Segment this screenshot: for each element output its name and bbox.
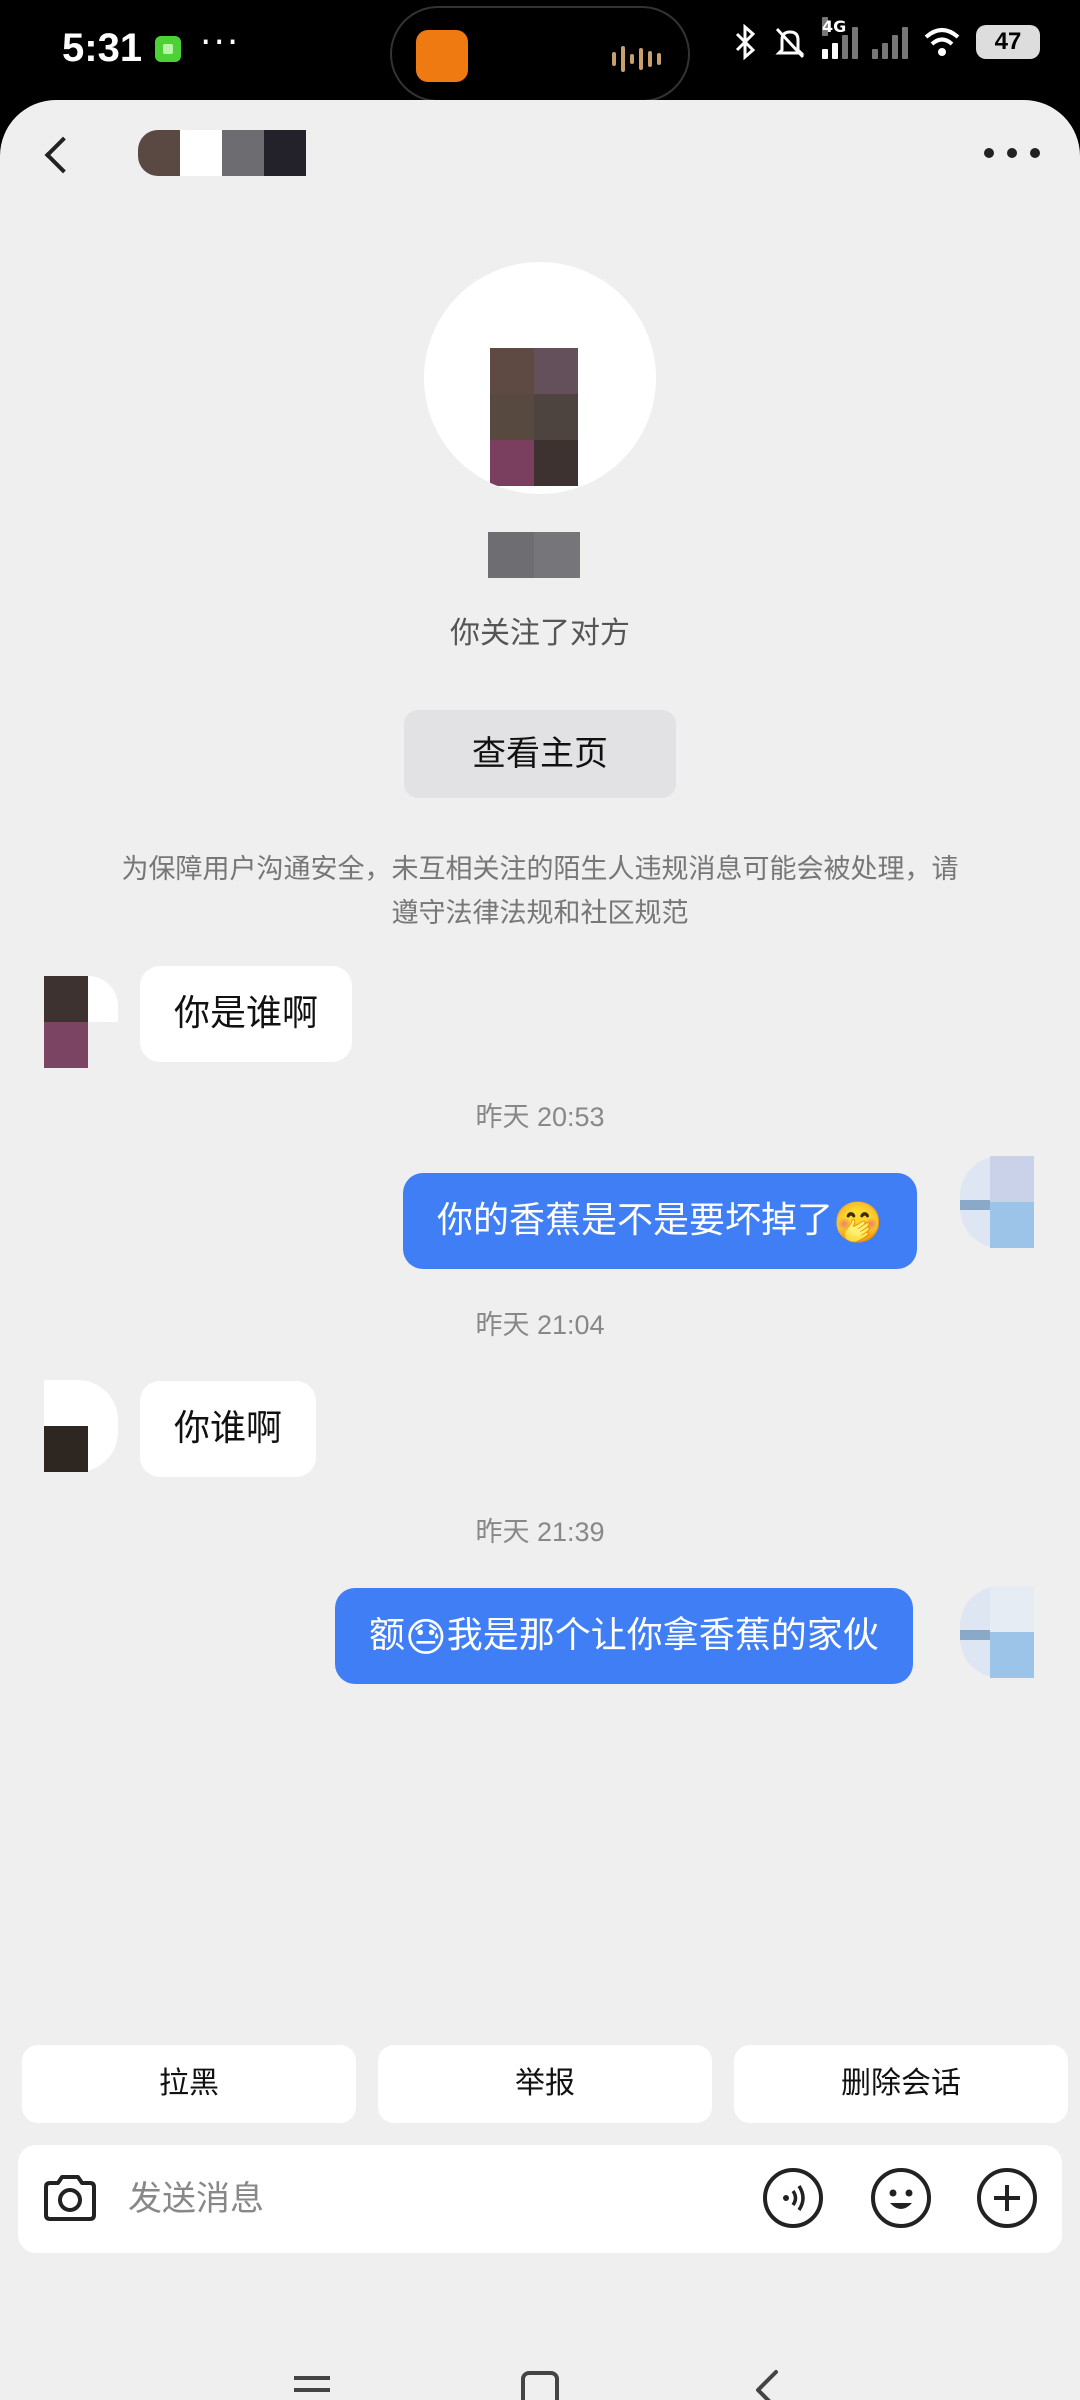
back-arrow-icon[interactable] bbox=[40, 130, 80, 180]
home-icon[interactable] bbox=[510, 2360, 570, 2400]
view-profile-button[interactable]: 查看主页 bbox=[404, 710, 676, 798]
cellular-signal-2-icon bbox=[872, 25, 908, 59]
message-timestamp: 昨天 21:39 bbox=[475, 1517, 605, 1547]
message-input-bar bbox=[18, 2145, 1062, 2253]
message-timestamp: 昨天 20:53 bbox=[475, 1102, 605, 1132]
more-dots-icon[interactable] bbox=[984, 138, 1040, 168]
cellular-signal-icon: 4G bbox=[822, 17, 858, 59]
thinking-face-emoji: 🤭 bbox=[833, 1200, 883, 1246]
follow-status: 你关注了对方 bbox=[450, 616, 630, 651]
profile-nickname bbox=[488, 532, 580, 578]
message-bubble-outgoing[interactable]: 额😓我是那个让你拿香蕉的家伙 bbox=[335, 1588, 913, 1684]
contact-avatar-and-name[interactable] bbox=[138, 130, 308, 178]
emoji-icon[interactable] bbox=[870, 2167, 932, 2229]
dynamic-island[interactable] bbox=[390, 6, 690, 102]
delete-conversation-button[interactable]: 删除会话 bbox=[734, 2045, 1068, 2123]
music-app-icon bbox=[416, 30, 468, 82]
message-input[interactable] bbox=[128, 2169, 628, 2229]
message-text: 我是那个让你拿香蕉的家伙 bbox=[446, 1615, 879, 1656]
bluetooth-icon bbox=[735, 24, 756, 60]
status-indicators: 4G 47 bbox=[732, 17, 1040, 60]
notification-app-icon bbox=[155, 36, 181, 62]
contact-avatar[interactable] bbox=[44, 1380, 118, 1472]
status-time: 5:31 bbox=[62, 26, 143, 70]
profile-avatar[interactable] bbox=[424, 262, 656, 494]
voice-icon[interactable] bbox=[762, 2167, 824, 2229]
back-icon[interactable] bbox=[738, 2360, 798, 2400]
my-avatar[interactable] bbox=[960, 1586, 1034, 1678]
more-notifications-icon: ··· bbox=[200, 22, 241, 63]
contact-avatar[interactable] bbox=[44, 976, 118, 1068]
mute-bell-icon bbox=[775, 27, 805, 59]
wifi-icon bbox=[924, 28, 960, 56]
message-bubble-incoming[interactable]: 你谁啊 bbox=[140, 1381, 317, 1477]
chat-screen: 你关注了对方 查看主页 为保障用户沟通安全，未互相关注的陌生人违规消息可能会被处… bbox=[0, 100, 1080, 2400]
my-avatar[interactable] bbox=[960, 1156, 1034, 1248]
status-bar: 5:31 ··· 4G 47 bbox=[0, 0, 1080, 110]
message-text-prefix: 额 bbox=[369, 1615, 406, 1656]
plus-icon[interactable] bbox=[976, 2167, 1038, 2229]
message-timestamp: 昨天 21:04 bbox=[475, 1310, 605, 1340]
chat-header bbox=[0, 100, 1080, 210]
camera-icon[interactable] bbox=[40, 2173, 100, 2223]
message-bubble-incoming[interactable]: 你是谁啊 bbox=[140, 966, 353, 1062]
audio-wave-icon bbox=[612, 46, 661, 72]
message-text: 你的香蕉是不是要坏掉了 bbox=[437, 1200, 834, 1241]
safety-notice: 为保障用户沟通安全，未互相关注的陌生人违规消息可能会被处理，请遵守法律法规和社区… bbox=[121, 854, 959, 929]
report-button[interactable]: 举报 bbox=[378, 2045, 712, 2123]
system-navigation-bar bbox=[0, 2320, 1080, 2400]
battery-icon: 47 bbox=[976, 25, 1040, 59]
menu-icon[interactable] bbox=[282, 2360, 342, 2400]
block-button[interactable]: 拉黑 bbox=[22, 2045, 356, 2123]
sweat-face-emoji: 😓 bbox=[405, 1615, 447, 1661]
message-bubble-outgoing[interactable]: 你的香蕉是不是要坏掉了🤭 bbox=[403, 1173, 917, 1269]
